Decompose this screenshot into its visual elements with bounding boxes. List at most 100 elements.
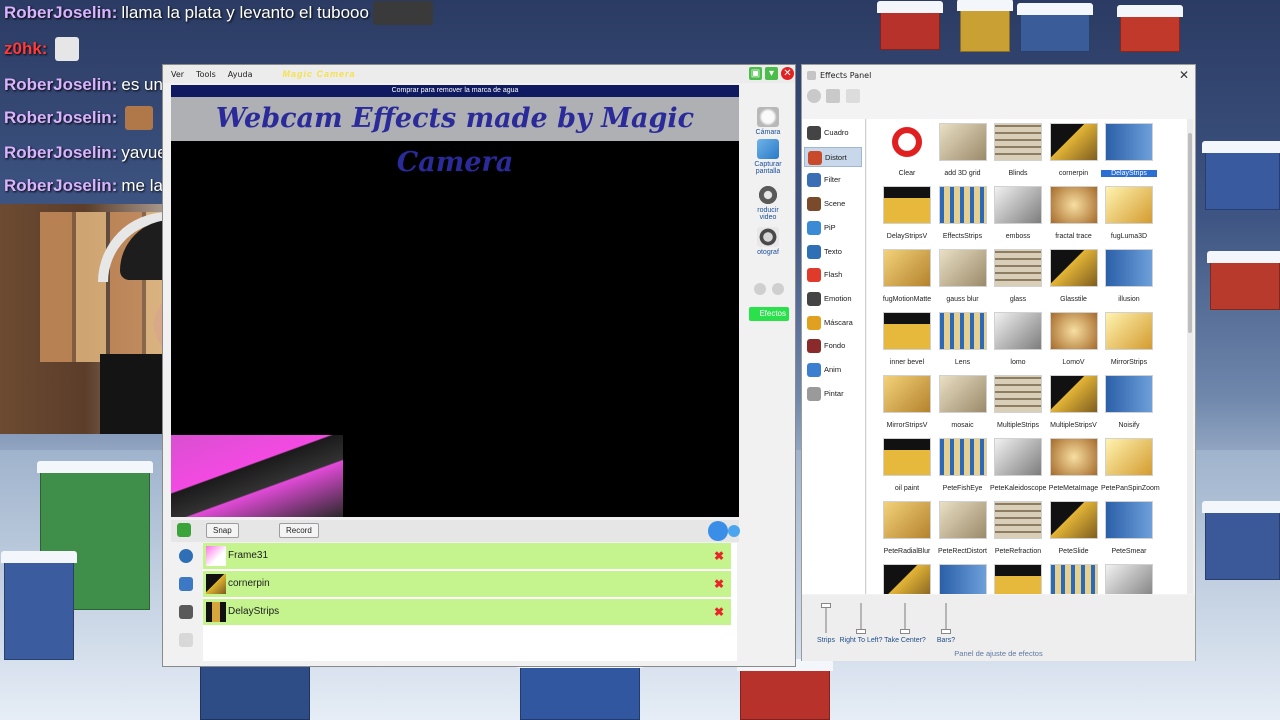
speaker-icon[interactable]: [179, 605, 193, 619]
layer-row[interactable]: DelayStrips ✖: [203, 599, 731, 625]
layer-row[interactable]: cornerpin ✖: [203, 571, 731, 597]
category-label: Fondo: [824, 341, 846, 351]
effect-item[interactable]: fugLuma3D: [1101, 186, 1157, 240]
close-icon[interactable]: ✕: [1179, 68, 1189, 82]
effect-item[interactable]: PeteRefraction: [990, 501, 1046, 555]
menu-tools[interactable]: Tools: [196, 70, 216, 79]
category-anim[interactable]: Anim: [804, 360, 862, 380]
effect-item[interactable]: inner bevel: [879, 312, 935, 366]
effect-item[interactable]: mosaic: [935, 375, 991, 429]
effect-item[interactable]: [1101, 564, 1157, 594]
effects-scrollbar[interactable]: [1187, 119, 1193, 594]
effect-item[interactable]: gauss blur: [935, 249, 991, 303]
slider-track[interactable]: [941, 603, 951, 634]
pause-icon[interactable]: [708, 521, 728, 541]
category-texto[interactable]: Texto: [804, 242, 862, 262]
delete-layer-icon[interactable]: ✖: [714, 577, 724, 591]
sound-icon[interactable]: [754, 283, 767, 295]
watermark-purchase-bar[interactable]: Comprar para remover la marca de agua: [171, 85, 739, 97]
effect-item[interactable]: emboss: [990, 186, 1046, 240]
effects-button[interactable]: Efectos: [749, 307, 789, 321]
delete-layer-icon[interactable]: ✖: [714, 605, 724, 619]
delete-layer-icon[interactable]: ✖: [714, 549, 724, 563]
category-fondo[interactable]: Fondo: [804, 336, 862, 356]
effect-item[interactable]: PeteSmear: [1101, 501, 1157, 555]
camera-tool[interactable]: Cámara: [753, 107, 783, 136]
effect-slider[interactable]: Bars?: [924, 603, 968, 644]
pen-icon[interactable]: [179, 577, 193, 591]
record-button[interactable]: Record: [279, 523, 319, 538]
layer-row[interactable]: Frame31 ✖: [203, 543, 731, 569]
category-emotion[interactable]: Emotion: [804, 289, 862, 309]
effect-item[interactable]: LomoV: [1046, 312, 1102, 366]
slider-knob[interactable]: [821, 603, 831, 608]
effect-item[interactable]: Blinds: [990, 123, 1046, 177]
category-máscara[interactable]: Máscara: [804, 313, 862, 333]
photo-tool[interactable]: otograf: [753, 227, 783, 256]
close-icon[interactable]: ✕: [781, 67, 794, 80]
slider-knob[interactable]: [941, 629, 951, 634]
effect-item[interactable]: MirrorStripsV: [879, 375, 935, 429]
category-filter[interactable]: Filter: [804, 170, 862, 190]
minimize-icon[interactable]: ▾: [765, 67, 778, 80]
effect-item[interactable]: glass: [990, 249, 1046, 303]
effect-item[interactable]: oil paint: [879, 438, 935, 492]
menu-ver[interactable]: Ver: [171, 70, 184, 79]
effect-item[interactable]: [990, 564, 1046, 594]
slider-track[interactable]: [856, 603, 866, 634]
help-icon[interactable]: [179, 549, 193, 563]
slider-track[interactable]: [821, 603, 831, 633]
effect-item[interactable]: PeteFishEye: [935, 438, 991, 492]
stop-icon[interactable]: [728, 525, 740, 537]
effect-item[interactable]: MirrorStrips: [1101, 312, 1157, 366]
document-icon[interactable]: [179, 633, 193, 647]
effect-item[interactable]: DelayStrips: [1100, 123, 1158, 178]
effect-item[interactable]: cornerpin: [1046, 123, 1102, 177]
effect-item[interactable]: DelayStripsV: [879, 186, 935, 240]
category-scene[interactable]: Scene: [804, 194, 862, 214]
save-icon[interactable]: [846, 89, 860, 103]
category-pintar[interactable]: Pintar: [804, 384, 862, 404]
effect-slider[interactable]: Right To Left?: [833, 603, 889, 644]
play-video-tool[interactable]: roducir video: [753, 185, 783, 221]
slider-track[interactable]: [900, 603, 910, 634]
category-cuadro[interactable]: Cuadro: [804, 123, 862, 143]
menu-ayuda[interactable]: Ayuda: [228, 70, 253, 79]
effect-item[interactable]: PeteKaleidoscope: [990, 438, 1046, 492]
effect-item[interactable]: lomo: [990, 312, 1046, 366]
effect-item[interactable]: [935, 564, 991, 594]
category-flash[interactable]: Flash: [804, 265, 862, 285]
effect-item[interactable]: MultipleStripsV: [1046, 375, 1102, 429]
effect-thumbnail: [994, 312, 1042, 350]
slider-knob[interactable]: [900, 629, 910, 634]
screen-capture-tool[interactable]: Capturar pantalla: [753, 139, 783, 175]
effect-item[interactable]: fugMotionMatte: [879, 249, 935, 303]
effect-item[interactable]: illusion: [1101, 249, 1157, 303]
effect-item[interactable]: MultipleStrips: [990, 375, 1046, 429]
effect-slider[interactable]: Take Center?: [883, 603, 927, 644]
effect-item[interactable]: PeteSlide: [1046, 501, 1102, 555]
add-icon[interactable]: [807, 89, 821, 103]
effect-item[interactable]: Clear: [879, 123, 935, 177]
effect-item[interactable]: Noisify: [1101, 375, 1157, 429]
effect-item[interactable]: PeteRectDistort: [935, 501, 991, 555]
effect-item[interactable]: EffectsStrips: [935, 186, 991, 240]
effect-item[interactable]: Glasstile: [1046, 249, 1102, 303]
category-distort[interactable]: Distort: [804, 146, 862, 167]
effect-item[interactable]: Lens: [935, 312, 991, 366]
effects-panel-icon: [807, 71, 816, 80]
slider-knob[interactable]: [856, 629, 866, 634]
effect-item[interactable]: [879, 564, 935, 594]
restore-icon[interactable]: ▣: [749, 67, 762, 80]
category-pip[interactable]: PiP: [804, 218, 862, 238]
edit-icon[interactable]: [826, 89, 840, 103]
effect-item[interactable]: PetePanSpinZoom: [1101, 438, 1160, 492]
settings-icon[interactable]: [771, 283, 784, 295]
snap-button[interactable]: Snap: [206, 523, 239, 538]
effect-item[interactable]: [1046, 564, 1102, 594]
scrollbar-thumb[interactable]: [1188, 133, 1192, 333]
effect-item[interactable]: PeteMetaImage: [1046, 438, 1102, 492]
effect-item[interactable]: add 3D grid: [935, 123, 991, 177]
effect-item[interactable]: fractal trace: [1046, 186, 1102, 240]
effect-item[interactable]: PeteRadialBlur: [879, 501, 935, 555]
